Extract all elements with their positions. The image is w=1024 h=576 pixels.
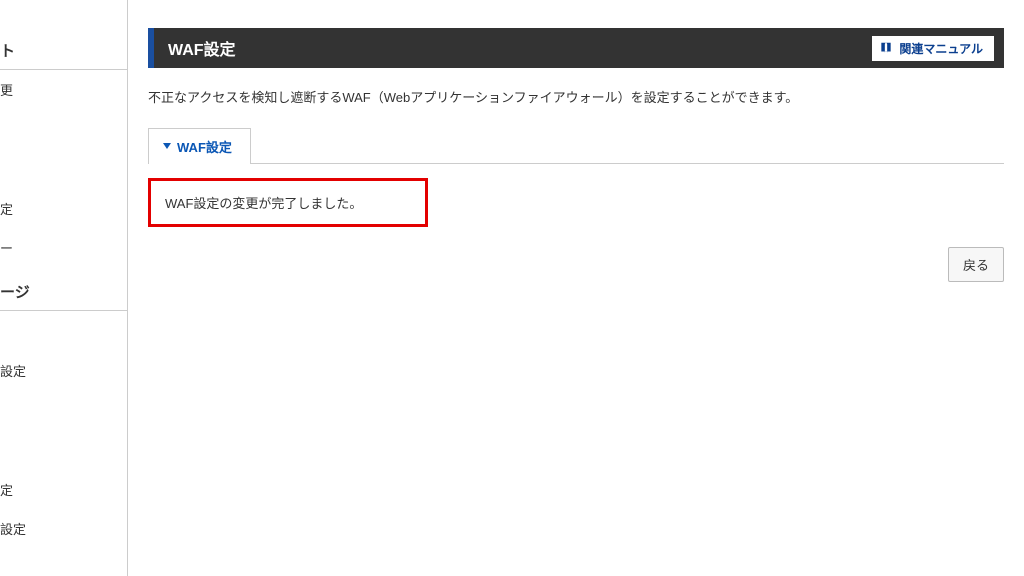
related-manual-label: 関連マニュアル	[899, 40, 983, 57]
related-manual-button[interactable]: 関連マニュアル	[872, 36, 994, 61]
actions-row: 戻る	[148, 247, 1004, 282]
page-header: WAF設定 関連マニュアル	[148, 28, 1004, 68]
sidebar-item[interactable]: 設定	[0, 509, 127, 548]
tab-waf-settings[interactable]: WAF設定	[148, 128, 251, 164]
book-icon	[879, 41, 893, 55]
tab-label: WAF設定	[177, 137, 232, 156]
main-content: WAF設定 関連マニュアル 不正なアクセスを検知し遮断するWAF（Webアプリケ…	[128, 0, 1024, 576]
completion-message: WAF設定の変更が完了しました。	[148, 178, 428, 227]
chevron-down-icon	[163, 143, 171, 149]
sidebar-item[interactable]: 更	[0, 70, 127, 109]
back-button[interactable]: 戻る	[948, 247, 1004, 282]
page-description: 不正なアクセスを検知し遮断するWAF（Webアプリケーションファイアウォール）を…	[148, 88, 1004, 109]
sidebar-item[interactable]: 定	[0, 189, 127, 228]
sidebar-heading: ージ	[0, 273, 127, 311]
message-text: WAF設定の変更が完了しました。	[165, 196, 362, 211]
sidebar-item[interactable]: 定	[0, 470, 127, 509]
tabs: WAF設定	[148, 127, 1004, 164]
sidebar-item[interactable]: ー	[0, 228, 127, 267]
sidebar: ト 更 定 ー ージ 設定 定 設定	[0, 0, 128, 576]
sidebar-heading: ト	[0, 32, 127, 70]
sidebar-item[interactable]: 設定	[0, 351, 127, 390]
page-title: WAF設定	[168, 36, 236, 60]
